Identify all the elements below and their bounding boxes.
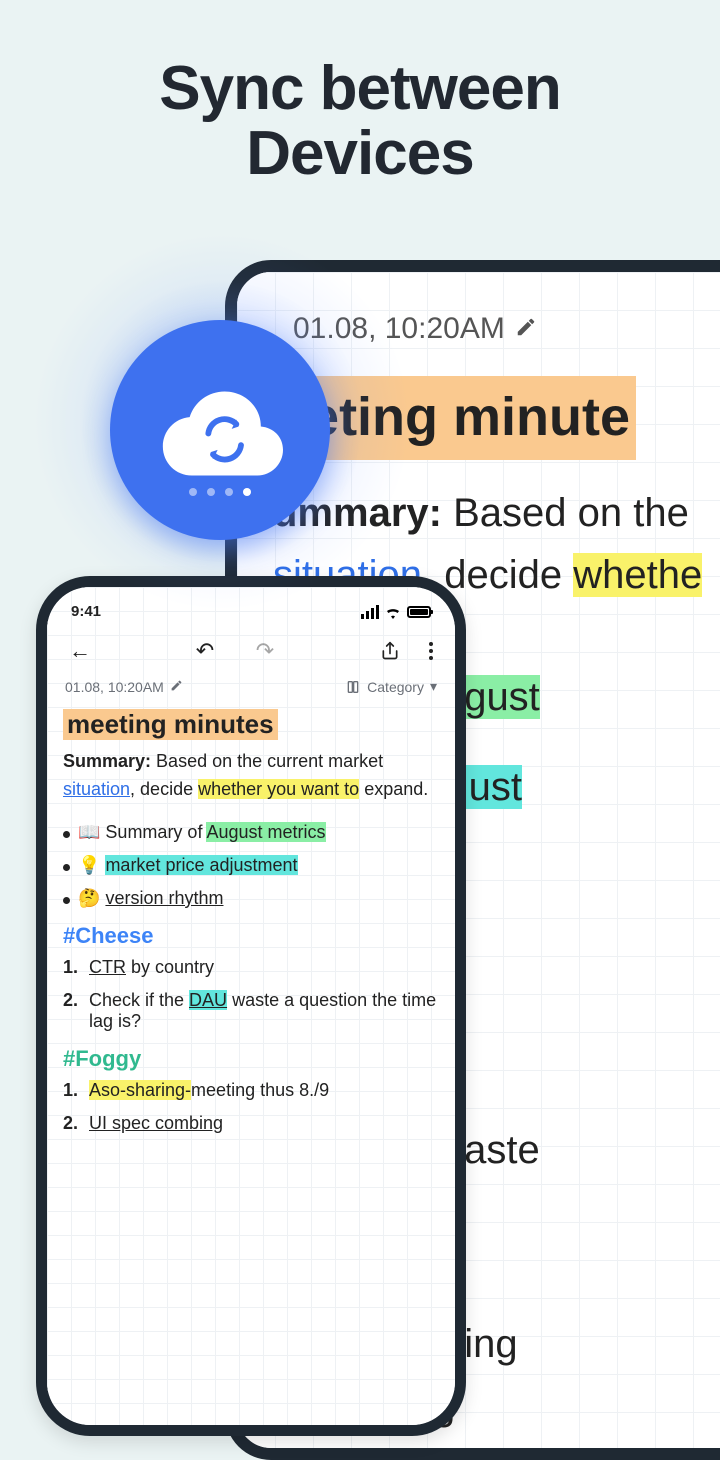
wifi-icon xyxy=(385,606,401,618)
undo-button[interactable] xyxy=(194,640,216,662)
promo-headline: Sync between Devices xyxy=(0,0,720,216)
edit-date-icon[interactable] xyxy=(170,679,183,695)
hashtag-cheese[interactable]: #Cheese xyxy=(63,923,439,949)
edit-date-icon[interactable] xyxy=(515,312,537,346)
hashtag-foggy[interactable]: #Foggy xyxy=(63,1046,439,1072)
bullet-item[interactable]: 🤔 version rhythm xyxy=(63,888,439,909)
note-date-row: 01.08, 10:20AM xyxy=(293,312,720,346)
summary-link[interactable]: situation xyxy=(63,779,130,799)
note-title[interactable]: meeting minutes xyxy=(63,709,278,740)
more-menu-button[interactable] xyxy=(429,642,433,660)
headline-l1: Sync between xyxy=(0,56,720,121)
list-item[interactable]: 1. CTR by country xyxy=(63,957,439,978)
status-time: 9:41 xyxy=(71,603,101,620)
bullet-list: 📖 Summary of August metrics 💡 market pri… xyxy=(63,822,439,909)
list-item[interactable]: 2. UI spec combing xyxy=(63,1113,439,1134)
summary-paragraph[interactable]: Summary: Based on the current market sit… xyxy=(63,748,439,804)
note-meta-row: 01.08, 10:20AM Category xyxy=(63,672,439,709)
summary-text: Based on the xyxy=(453,491,689,535)
summary-label: ummary: xyxy=(273,491,442,535)
bullet-item[interactable]: 💡 market price adjustment xyxy=(63,855,439,876)
category-picker[interactable]: Category xyxy=(345,678,437,695)
list-item[interactable]: 2. Check if the DAU waste a question the… xyxy=(63,990,439,1032)
signal-icon xyxy=(361,605,379,619)
battery-icon xyxy=(407,606,431,618)
summary-highlight: whether you want to xyxy=(198,779,359,799)
back-button[interactable] xyxy=(69,640,91,662)
status-bar: 9:41 xyxy=(63,601,439,626)
phone-screen: 9:41 01.08, xyxy=(47,587,455,1425)
note-date: 01.08, 10:20AM xyxy=(293,312,505,346)
note-title: eeting minute xyxy=(273,376,636,460)
foggy-list: 1. Aso-sharing-meeting thus 8./9 2. UI s… xyxy=(63,1080,439,1134)
summary-label: Summary: xyxy=(63,751,151,771)
summary-highlight: whethe xyxy=(573,553,702,597)
bullet-item[interactable]: 📖 Summary of August metrics xyxy=(63,822,439,843)
note-date: 01.08, 10:20AM xyxy=(65,679,164,695)
category-label: Category xyxy=(367,679,424,695)
chevron-down-icon xyxy=(430,678,437,695)
headline-l2: Devices xyxy=(0,121,720,186)
list-item[interactable]: 1. Aso-sharing-meeting thus 8./9 xyxy=(63,1080,439,1101)
cheese-list: 1. CTR by country 2. Check if the DAU wa… xyxy=(63,957,439,1032)
phone-device: 9:41 01.08, xyxy=(36,576,466,1436)
share-button[interactable] xyxy=(379,640,401,662)
redo-button[interactable] xyxy=(254,640,276,662)
note-toolbar xyxy=(63,626,439,672)
